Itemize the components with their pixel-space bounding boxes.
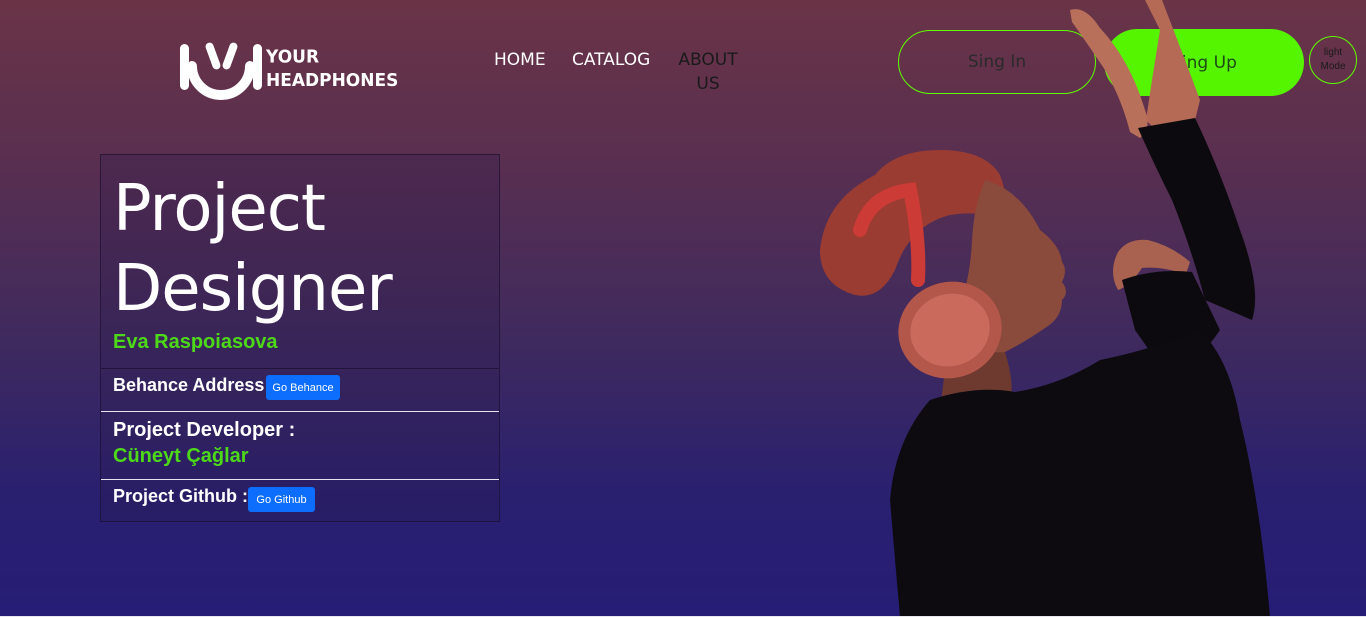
go-behance-button[interactable]: Go Behance: [266, 375, 340, 400]
logo-line-headphones: HEADPHONES: [266, 70, 399, 92]
page-title: Project Designer: [113, 169, 393, 329]
go-github-button[interactable]: Go Github: [248, 487, 315, 512]
nav-catalog[interactable]: CATALOG: [572, 48, 650, 72]
developer-label: Project Developer :: [113, 419, 296, 441]
logo-line-your: YOUR: [266, 46, 320, 68]
designer-name: Eva Raspoiasova: [113, 331, 278, 353]
nav-about-us[interactable]: ABOUT US: [676, 48, 740, 96]
go-behance-label: Go Behance: [272, 381, 334, 394]
behance-label: Behance Address:: [113, 375, 271, 395]
github-label: Project Github :: [113, 486, 248, 506]
divider: [101, 368, 499, 369]
title-line1: Project: [113, 172, 326, 246]
brand-logo[interactable]: YOUR HEADPHONES: [178, 38, 398, 104]
title-line2: Designer: [113, 252, 393, 326]
hero-woman-headphones-image: [820, 0, 1270, 617]
developer-name: Cüneyt Çağlar: [113, 445, 249, 467]
headphones-logo-icon: [180, 42, 262, 100]
nav-about-line2: US: [696, 74, 720, 94]
nav-about-line1: ABOUT: [678, 50, 738, 70]
nav-home[interactable]: HOME: [494, 48, 546, 72]
divider: [101, 411, 499, 412]
go-github-label: Go Github: [256, 493, 307, 506]
project-credits-card: Project Designer Eva Raspoiasova Behance…: [100, 154, 500, 522]
divider: [101, 479, 499, 480]
logo-text: YOUR HEADPHONES: [266, 46, 398, 92]
